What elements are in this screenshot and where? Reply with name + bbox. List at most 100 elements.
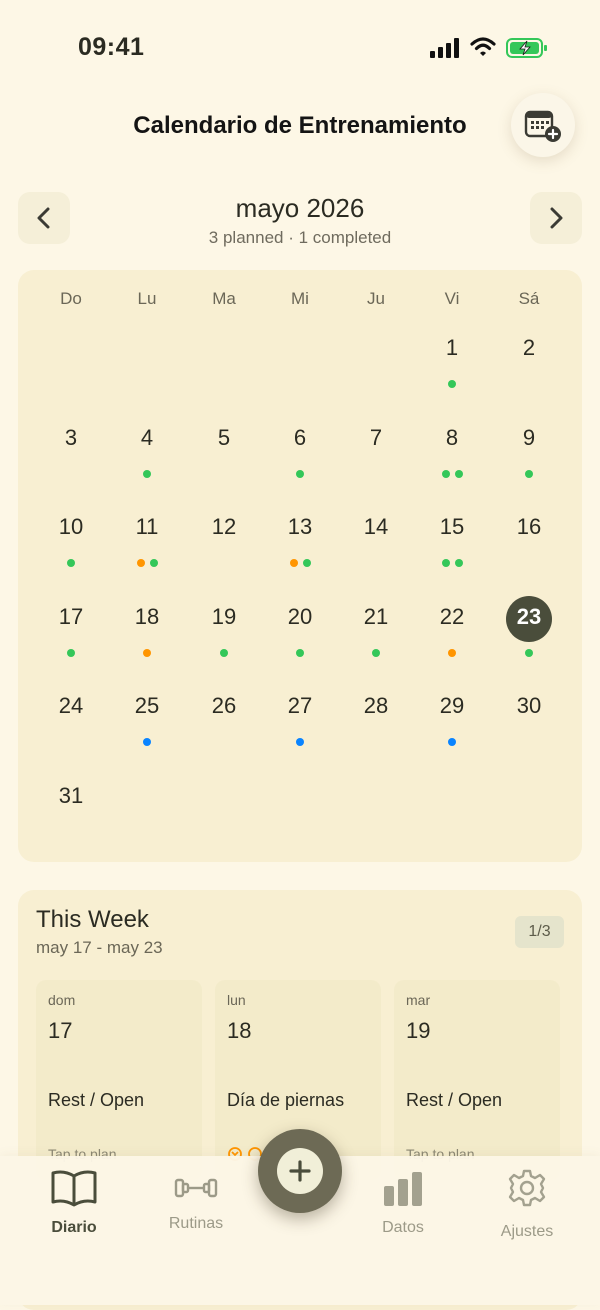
calendar-day[interactable]: 21 <box>346 604 406 630</box>
calendar-plus-icon <box>524 110 561 142</box>
completed-dot <box>143 470 151 478</box>
calendar-day[interactable]: 26 <box>194 693 254 719</box>
week-day-card[interactable]: mar 19 Rest / Open Tap to plan <box>394 980 560 1180</box>
calendar-day[interactable]: 27 <box>270 693 330 719</box>
workout-status-dots <box>41 649 101 659</box>
planned-dot <box>448 738 456 746</box>
tab-label: Datos <box>382 1219 424 1236</box>
week-day-name: mar <box>406 992 431 1008</box>
week-progress-badge: 1/3 <box>515 916 564 948</box>
calendar-day[interactable]: 5 <box>194 425 254 451</box>
next-month-button[interactable] <box>530 192 582 244</box>
tab-label: Ajustes <box>500 1223 554 1240</box>
workout-status-dots <box>422 380 482 390</box>
weekday-label: Mi <box>291 289 309 308</box>
gear-icon <box>508 1169 546 1207</box>
calendar-day[interactable]: 30 <box>499 693 559 719</box>
workout-status-dots <box>422 738 482 748</box>
week-day-name: dom <box>48 992 76 1008</box>
workout-status-dots <box>270 559 330 569</box>
calendar-day[interactable]: 18 <box>117 604 177 630</box>
calendar-day[interactable]: 24 <box>41 693 101 719</box>
calendar-day[interactable]: 16 <box>499 514 559 540</box>
completed-dot <box>454 470 463 478</box>
workout-status-dots <box>422 559 482 569</box>
calendar-day[interactable]: 28 <box>346 693 406 719</box>
calendar-day[interactable]: 3 <box>41 425 101 451</box>
book-icon <box>51 1170 97 1207</box>
missed-dot <box>143 649 151 657</box>
add-workout-button[interactable] <box>258 1129 342 1213</box>
calendar-day[interactable]: 20 <box>270 604 330 630</box>
calendar-day[interactable]: 2 <box>499 335 559 361</box>
calendar-day[interactable]: 9 <box>499 425 559 451</box>
bar-chart-icon <box>384 1172 422 1206</box>
calendar-day[interactable]: 1 <box>422 335 482 361</box>
completed-dot <box>220 649 228 657</box>
this-week-range: may 17 - may 23 <box>36 938 163 957</box>
calendar-day[interactable]: 7 <box>346 425 406 451</box>
calendar-day[interactable]: 29 <box>422 693 482 719</box>
weekday-label: Sá <box>518 289 540 308</box>
page-title: Calendario de Entrenamiento <box>133 112 467 139</box>
add-calendar-button[interactable] <box>511 93 575 157</box>
calendar-day[interactable]: 15 <box>422 514 482 540</box>
calendar-day[interactable]: 6 <box>270 425 330 451</box>
workout-status-dots <box>270 649 330 659</box>
planned-dot <box>143 738 151 746</box>
workout-status-dots <box>41 559 101 569</box>
tab-label: Rutinas <box>168 1215 224 1232</box>
completed-dot <box>448 380 456 388</box>
calendar-day[interactable]: 13 <box>270 514 330 540</box>
calendar-day[interactable]: 8 <box>422 425 482 451</box>
workout-status-dots <box>499 649 559 659</box>
missed-dot <box>289 559 298 567</box>
calendar-day[interactable]: 12 <box>194 514 254 540</box>
planned-dot <box>296 738 304 746</box>
completed-dot <box>372 649 380 657</box>
workout-status-dots <box>270 738 330 748</box>
workout-status-dots <box>117 738 177 748</box>
workout-status-dots <box>270 470 330 480</box>
tab-datos[interactable]: Datos <box>353 1170 453 1237</box>
completed-dot <box>525 470 533 478</box>
workout-status-dots <box>117 470 177 480</box>
completed-dot <box>296 649 304 657</box>
weekday-label: Ma <box>212 289 236 308</box>
calendar-day[interactable]: 25 <box>117 693 177 719</box>
wifi-icon <box>470 37 496 56</box>
week-day-card[interactable]: dom 17 Rest / Open Tap to plan <box>36 980 202 1180</box>
calendar-day[interactable]: 19 <box>194 604 254 630</box>
tab-ajustes[interactable]: Ajustes <box>477 1168 577 1241</box>
calendar-day[interactable]: 4 <box>117 425 177 451</box>
week-day-number: 19 <box>406 1018 431 1043</box>
workout-status-dots <box>194 649 254 659</box>
cellular-signal-icon <box>430 38 459 58</box>
calendar-day[interactable]: 11 <box>117 514 177 540</box>
battery-charging-icon <box>506 38 547 58</box>
calendar-day[interactable]: 14 <box>346 514 406 540</box>
status-bar: 09:41 <box>0 0 600 90</box>
month-summary: 3 planned · 1 completed <box>208 228 392 247</box>
week-day-name: lun <box>227 992 246 1008</box>
weekday-label: Ju <box>367 289 385 308</box>
missed-dot <box>448 649 456 657</box>
completed-dot <box>296 470 304 478</box>
completed-dot <box>441 470 450 478</box>
calendar-day[interactable]: 31 <box>41 783 101 809</box>
calendar-day[interactable]: 23 <box>499 604 559 630</box>
weekday-label: Vi <box>444 289 460 308</box>
workout-status-dots <box>346 649 406 659</box>
calendar-day[interactable]: 10 <box>41 514 101 540</box>
completed-dot <box>525 649 533 657</box>
calendar-day[interactable]: 22 <box>422 604 482 630</box>
tab-diario[interactable]: Diario <box>24 1168 124 1237</box>
completed-dot <box>67 649 75 657</box>
chevron-right-icon <box>550 207 563 229</box>
weekday-label: Lu <box>137 289 157 308</box>
tab-rutinas[interactable]: Rutinas <box>146 1172 246 1233</box>
plus-icon <box>289 1160 311 1182</box>
month-title: mayo 2026 <box>235 193 365 223</box>
this-week-title: This Week <box>36 906 149 933</box>
calendar-day[interactable]: 17 <box>41 604 101 630</box>
